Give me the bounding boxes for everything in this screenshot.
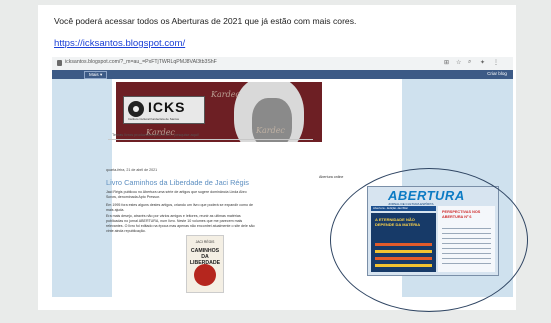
book-cover[interactable]: JACI RÉGIS CAMINHOS DA LIBERDADE (186, 235, 224, 293)
banner-signature: Kardec (211, 90, 240, 99)
extensions-icon[interactable]: ✦ (480, 59, 485, 66)
post-title[interactable]: Livro Caminhos da Liberdade de Jaci Régi… (106, 178, 249, 187)
create-blog-link[interactable]: Criar blog (487, 71, 507, 76)
highlight-ellipse (330, 168, 528, 312)
translate-icon[interactable]: ⊞ (444, 59, 449, 66)
divider (108, 139, 313, 140)
intro-text: Você poderá acessar todos os Aberturas d… (54, 16, 357, 26)
more-button[interactable]: Mais ▾ (84, 71, 108, 79)
book-emblem (194, 264, 216, 286)
search-icon[interactable]: ⌕ (468, 59, 471, 66)
logo-subtitle: Instituto Cultural Kardecista de Santos (128, 117, 180, 121)
address-url: icksantos.blogspot.com/?_m=au_=PxFTjTWRL… (65, 59, 217, 65)
logo-text: ICKS (148, 99, 186, 115)
post-paragraph: Jaci Régis publicou no Abertura uma séri… (106, 190, 247, 199)
blogger-navbar: Mais ▾ Criar blog (52, 70, 513, 79)
address-bar[interactable]: icksantos.blogspot.com/?_m=au_=PxFTjTWRL… (52, 57, 513, 71)
post-date: quarta-feira, 21 de abril de 2021 (106, 168, 158, 172)
sidebar-label: Abertura online (319, 175, 344, 179)
post-paragraph: Era mais desejo, através não por vários … (106, 214, 255, 233)
eye-icon (128, 101, 144, 117)
blog-tagline: Temas livros produzidos pelo ICKS - pesq… (112, 133, 199, 137)
document-card: Você poderá acessar todos os Aberturas d… (38, 5, 528, 312)
lock-icon (57, 60, 62, 66)
post-paragraph: Em 1995 fora estes alguns destes artigos… (106, 203, 254, 212)
icks-logo[interactable]: ICKS Instituto Cultural Kardecista de Sa… (123, 96, 205, 124)
banner-signature: Kardec (256, 126, 285, 135)
book-author: JACI RÉGIS (195, 240, 215, 244)
blog-link[interactable]: https://icksantos.blogspot.com/ (54, 38, 185, 49)
menu-icon[interactable]: ⋮ (493, 59, 499, 66)
bookmark-icon[interactable]: ☆ (456, 59, 461, 66)
